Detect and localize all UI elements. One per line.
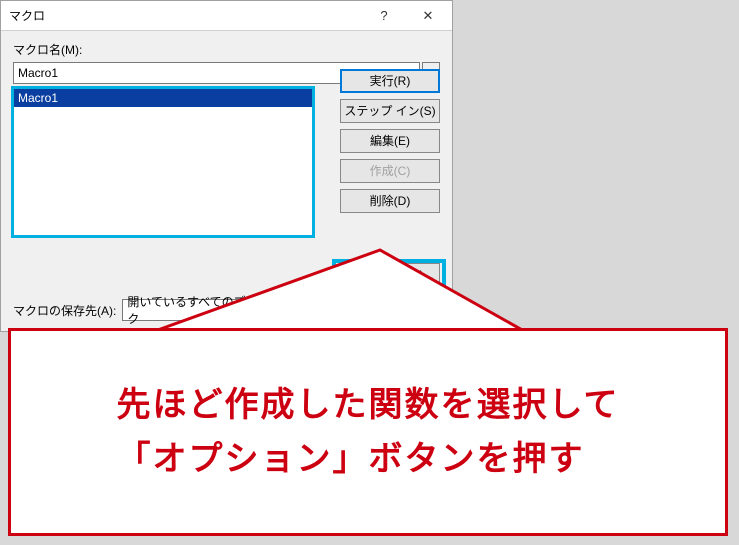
delete-button[interactable]: 削除(D): [340, 189, 440, 213]
list-item[interactable]: Macro1: [14, 89, 312, 107]
save-location-combo[interactable]: 開いているすべてのブック: [122, 299, 272, 321]
create-button: 作成(C): [340, 159, 440, 183]
macro-listbox[interactable]: Macro1: [13, 88, 313, 236]
run-button[interactable]: 実行(R): [340, 69, 440, 93]
close-icon: ✕: [423, 8, 434, 24]
save-location-value: 開いているすべてのブック: [127, 293, 267, 327]
help-icon: ?: [380, 8, 387, 23]
save-location-row: マクロの保存先(A): 開いているすべてのブック: [13, 299, 272, 321]
titlebar: マクロ ? ✕: [1, 1, 452, 31]
macro-dialog: マクロ ? ✕ マクロ名(M): ▲ Macro1 実行(R) ステップ イン(…: [0, 0, 453, 332]
edit-button[interactable]: 編集(E): [340, 129, 440, 153]
macro-list-area: Macro1: [13, 88, 313, 236]
step-in-button[interactable]: ステップ イン(S): [340, 99, 440, 123]
help-button[interactable]: ?: [362, 2, 406, 30]
dialog-content: マクロ名(M): ▲ Macro1 実行(R) ステップ イン(S) 編集(E)…: [1, 31, 452, 331]
callout-line-1: 先ほど作成した関数を選択して: [117, 386, 620, 424]
save-location-label: マクロの保存先(A):: [13, 302, 116, 319]
macro-name-label: マクロ名(M):: [13, 41, 440, 58]
callout-line-2: 「オプション」ボタンを押す: [117, 440, 585, 478]
options-button[interactable]: オプション(O)...: [340, 263, 440, 287]
callout-text: 先ほど作成した関数を選択して 「オプション」ボタンを押す: [117, 378, 620, 487]
dialog-title: マクロ: [9, 7, 362, 24]
close-button[interactable]: ✕: [406, 2, 450, 30]
button-column: 実行(R) ステップ イン(S) 編集(E) 作成(C) 削除(D): [340, 69, 440, 213]
callout-box: 先ほど作成した関数を選択して 「オプション」ボタンを押す: [8, 328, 728, 536]
